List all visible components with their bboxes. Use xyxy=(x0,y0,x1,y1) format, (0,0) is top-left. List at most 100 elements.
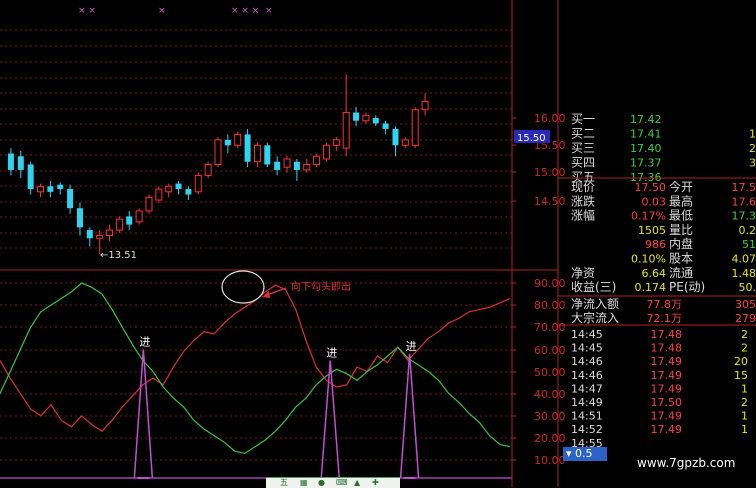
candle-body-down[interactable] xyxy=(176,184,182,189)
candle-body-down[interactable] xyxy=(67,189,73,208)
top-marker: × × xyxy=(78,6,96,16)
scroll-down-button[interactable]: ▾ 0.5 xyxy=(563,447,607,461)
candle-body-up[interactable] xyxy=(235,134,241,145)
indicator-tick-label: 10.00 xyxy=(534,454,566,467)
stat-label-2: 最低 xyxy=(669,209,693,223)
candle-body-down[interactable] xyxy=(245,134,251,161)
candle-body-up[interactable] xyxy=(38,186,44,191)
candle-body-down[interactable] xyxy=(47,186,53,191)
stat-value: 6.64 xyxy=(642,267,667,280)
candle-body-up[interactable] xyxy=(254,145,260,161)
stat-label: 涨跌 xyxy=(571,193,595,208)
stat-value-2: 17.6 xyxy=(732,195,756,208)
candle-body-up[interactable] xyxy=(97,236,103,239)
stat-label-2: 内盘 xyxy=(669,236,693,251)
entry-label: 进 xyxy=(406,340,417,353)
indicator-tick-label: 70.00 xyxy=(534,321,566,334)
candle-body-up[interactable] xyxy=(215,140,221,165)
candle-body-up[interactable] xyxy=(422,102,428,110)
candle-body-down[interactable] xyxy=(87,230,93,238)
entry-label: 进 xyxy=(326,346,337,359)
stat-label-2: 股本 xyxy=(669,252,693,266)
candle-body-up[interactable] xyxy=(402,140,408,145)
candle-body-up[interactable] xyxy=(412,110,418,146)
stat-label-2: 今开 xyxy=(669,179,693,194)
stat-value: 0.03 xyxy=(642,195,667,208)
candle-body-down[interactable] xyxy=(185,189,191,194)
stat-value-2: 0.2 xyxy=(739,224,756,237)
candle-body-up[interactable] xyxy=(333,140,339,145)
candle-body-down[interactable] xyxy=(57,185,63,189)
stat-value-2: 17.5 xyxy=(732,181,756,194)
stat-value: 17.50 xyxy=(635,181,667,194)
candle-body-up[interactable] xyxy=(343,113,349,149)
flow-extra: 279 xyxy=(735,312,756,325)
candle-body-down[interactable] xyxy=(373,118,379,123)
peak-circle xyxy=(222,271,264,303)
indicator-line-red[interactable] xyxy=(0,285,510,431)
stat-value-2: 1.48 xyxy=(732,267,756,280)
stat-value: 0.17% xyxy=(631,210,666,223)
candle-body-down[interactable] xyxy=(383,123,389,128)
candle-body-down[interactable] xyxy=(353,113,359,121)
bid-price: 17.42 xyxy=(630,113,662,126)
entry-label: 进 xyxy=(139,335,150,348)
bid-volume: 1 xyxy=(749,128,756,141)
stock-chart-stage: × ××× × ××16.0015.5015.0014.5015.5090.00… xyxy=(0,0,756,487)
tick-volume: 20 xyxy=(734,355,748,368)
candle-body-up[interactable] xyxy=(107,230,113,235)
indicator-line-green[interactable] xyxy=(0,283,510,453)
bottom-toolbar[interactable]: 五 ▦ ● ⌨ ▲ ✚ xyxy=(266,477,400,488)
candle-body-up[interactable] xyxy=(284,159,290,167)
stat-label-2: 流通 xyxy=(669,266,693,280)
bid-price: 17.40 xyxy=(630,142,662,155)
candle-body-up[interactable] xyxy=(136,211,142,222)
candle-body-down[interactable] xyxy=(77,208,83,227)
stat-value: 986 xyxy=(645,238,666,251)
candle-body-up[interactable] xyxy=(116,219,122,230)
candle-body-up[interactable] xyxy=(314,156,320,164)
stat-label: 涨幅 xyxy=(571,208,595,223)
candle-body-up[interactable] xyxy=(304,164,310,169)
candle-body-up[interactable] xyxy=(166,186,172,191)
flow-value: 77.8万 xyxy=(647,298,683,311)
price-tick-label: 16.00 xyxy=(534,112,566,125)
bid-price: 17.37 xyxy=(630,157,662,170)
tick-volume: 1 xyxy=(741,423,748,436)
tick-time: 14:51 xyxy=(571,410,603,423)
candle-body-up[interactable] xyxy=(363,115,369,120)
candle-body-up[interactable] xyxy=(323,145,329,159)
stat-label: 收益(三) xyxy=(571,280,616,294)
candle-body-down[interactable] xyxy=(18,156,24,170)
candle-body-down[interactable] xyxy=(126,216,132,224)
nav-value: 0.5 xyxy=(575,447,593,460)
candle-body-up[interactable] xyxy=(146,197,152,211)
candle-body-down[interactable] xyxy=(294,162,300,170)
candle-body-up[interactable] xyxy=(205,164,211,175)
price-candles[interactable] xyxy=(8,74,428,254)
tick-price: 17.49 xyxy=(651,382,683,395)
tick-volume: 2 xyxy=(741,396,748,409)
candle-body-down[interactable] xyxy=(8,154,14,170)
bid-volume: 3 xyxy=(749,157,756,170)
tick-time: 14:45 xyxy=(571,342,603,355)
indicator-tick-label: 50.00 xyxy=(534,366,566,379)
candle-body-down[interactable] xyxy=(225,140,231,145)
top-marker: × xyxy=(158,6,166,16)
candle-body-down[interactable] xyxy=(264,145,270,164)
tick-price: 17.49 xyxy=(651,355,683,368)
candle-body-up[interactable] xyxy=(156,189,162,200)
watermark-text: www.7gpzb.com xyxy=(637,456,735,470)
candle-body-down[interactable] xyxy=(28,164,34,189)
candle-body-up[interactable] xyxy=(195,175,201,191)
indicator-tick-label: 90.00 xyxy=(534,277,566,290)
indicator-tick-label: 20.00 xyxy=(534,432,566,445)
tick-price: 17.49 xyxy=(651,369,683,382)
indicator-tick-label: 80.00 xyxy=(534,299,566,312)
candle-body-down[interactable] xyxy=(274,162,280,170)
chevron-down-icon: ▾ xyxy=(566,447,572,460)
candle-body-down[interactable] xyxy=(392,129,398,145)
indicator-tick-label: 60.00 xyxy=(534,344,566,357)
stat-value-2: 4.07 xyxy=(732,253,756,266)
indicator-lines[interactable] xyxy=(0,283,512,478)
